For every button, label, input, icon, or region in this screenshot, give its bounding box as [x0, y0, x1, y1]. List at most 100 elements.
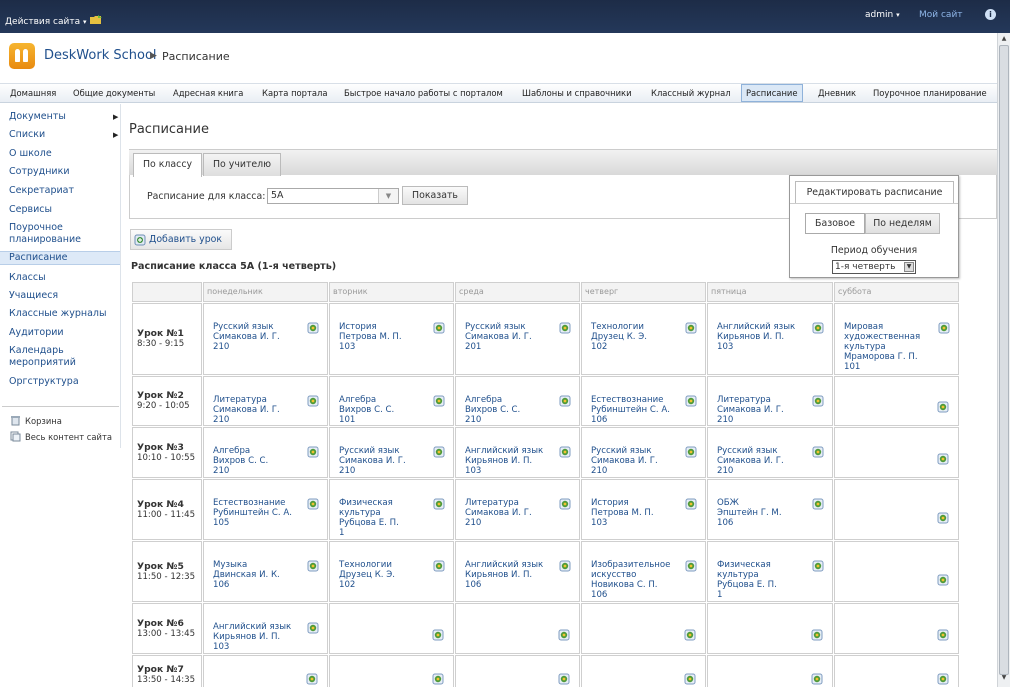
lesson-entry-text[interactable]: Алгебра Вихров С. С. 210 — [213, 446, 303, 476]
lesson-entry-text[interactable]: Алгебра Вихров С. С. 101 — [339, 395, 429, 425]
edit-lesson-icon[interactable] — [937, 574, 949, 586]
leftnav-item[interactable]: Секретариат — [9, 185, 74, 197]
edit-lesson-icon[interactable] — [685, 395, 697, 407]
timetable-cell[interactable] — [834, 376, 959, 426]
edit-lesson-icon[interactable] — [812, 446, 824, 458]
lesson-entry-text[interactable]: Русский язык Симакова И. Г. 210 — [717, 446, 807, 476]
site-actions-menu[interactable]: Действия сайта ▾ — [5, 17, 87, 27]
edit-lesson-icon[interactable] — [433, 322, 445, 334]
edit-lesson-icon[interactable] — [307, 622, 319, 634]
topnav-item[interactable]: Общие документы — [73, 84, 155, 102]
class-select[interactable]: 5А ▼ — [267, 188, 399, 204]
timetable-cell[interactable]: Алгебра Вихров С. С. 101 — [329, 376, 454, 426]
lesson-entry-text[interactable]: Русский язык Симакова И. Г. 210 — [339, 446, 429, 476]
edit-lesson-icon[interactable] — [685, 322, 697, 334]
leftnav-item[interactable]: О школе — [9, 148, 52, 160]
timetable-cell[interactable] — [834, 603, 959, 654]
edit-lesson-icon[interactable] — [433, 560, 445, 572]
leftnav-item[interactable]: Учащиеся — [9, 290, 58, 302]
leftnav-item[interactable]: Оргструктура — [9, 376, 79, 388]
lesson-entry-text[interactable]: Английский язык Кирьянов И. П. 103 — [717, 322, 807, 352]
lesson-entry-text[interactable]: Русский язык Симакова И. Г. 210 — [213, 322, 303, 352]
timetable-cell[interactable] — [455, 655, 580, 687]
timetable-cell[interactable]: Русский язык Симакова И. Г. 210 — [203, 303, 328, 375]
mode-weeks-button[interactable]: По неделям — [865, 213, 940, 234]
leftnav-item[interactable]: Списки — [9, 129, 45, 141]
edit-lesson-icon[interactable] — [558, 629, 570, 641]
tab-by-teacher[interactable]: По учителю — [203, 153, 282, 176]
timetable-cell[interactable]: История Петрова М. П. 103 — [329, 303, 454, 375]
lesson-entry-text[interactable]: Русский язык Симакова И. Г. 201 — [465, 322, 555, 352]
topnav-item[interactable]: Домашняя — [10, 84, 56, 102]
edit-lesson-icon[interactable] — [812, 560, 824, 572]
show-button[interactable]: Показать — [402, 186, 468, 205]
timetable-cell[interactable] — [581, 655, 706, 687]
lesson-entry-text[interactable]: Английский язык Кирьянов И. П. 106 — [465, 560, 555, 590]
edit-lesson-icon[interactable] — [559, 322, 571, 334]
timetable-cell[interactable] — [329, 655, 454, 687]
lesson-entry-text[interactable]: Музыка Двинская И. К. 106 — [213, 560, 303, 590]
vertical-scrollbar[interactable]: ▲ ▼ — [997, 33, 1010, 687]
edit-lesson-icon[interactable] — [938, 322, 950, 334]
timetable-cell[interactable]: Литература Симакова И. Г. 210 — [455, 479, 580, 540]
site-title[interactable]: DeskWork School — [44, 48, 157, 63]
timetable-cell[interactable]: Русский язык Симакова И. Г. 210 — [707, 427, 833, 478]
leftnav-item[interactable]: Классы — [9, 272, 46, 284]
edit-lesson-icon[interactable] — [432, 629, 444, 641]
timetable-cell[interactable]: Технологии Друзец К. Э. 102 — [581, 303, 706, 375]
timetable-cell[interactable] — [834, 655, 959, 687]
edit-lesson-icon[interactable] — [811, 629, 823, 641]
edit-lesson-icon[interactable] — [937, 401, 949, 413]
lesson-entry-text[interactable]: ОБЖ Эпштейн Г. М. 106 — [717, 498, 807, 528]
period-select[interactable]: 1-я четверть ▼ — [832, 260, 916, 274]
timetable-cell[interactable]: Физическая культура Рубцова Е. П. 1 — [707, 541, 833, 602]
timetable-cell[interactable]: Естествознание Рубинштейн С. А. 105 — [203, 479, 328, 540]
edit-lesson-icon[interactable] — [307, 446, 319, 458]
lesson-entry-text[interactable]: Литература Симакова И. Г. 210 — [465, 498, 555, 528]
timetable-cell[interactable]: Мировая художественная культура Мраморов… — [834, 303, 959, 375]
edit-lesson-icon[interactable] — [432, 673, 444, 685]
edit-lesson-icon[interactable] — [811, 673, 823, 685]
lesson-entry-text[interactable]: Литература Симакова И. Г. 210 — [213, 395, 303, 425]
timetable-cell[interactable]: Алгебра Вихров С. С. 210 — [455, 376, 580, 426]
lesson-entry-text[interactable]: Физическая культура Рубцова Е. П. 1 — [717, 560, 807, 600]
edit-lesson-icon[interactable] — [812, 498, 824, 510]
timetable-cell[interactable] — [707, 603, 833, 654]
edit-lesson-icon[interactable] — [559, 446, 571, 458]
timetable-cell[interactable]: Изобразительное искусство Новикова С. П.… — [581, 541, 706, 602]
lesson-entry-text[interactable]: Алгебра Вихров С. С. 210 — [465, 395, 555, 425]
timetable-cell[interactable] — [455, 603, 580, 654]
edit-lesson-icon[interactable] — [685, 498, 697, 510]
timetable-cell[interactable] — [834, 541, 959, 602]
edit-lesson-icon[interactable] — [559, 395, 571, 407]
edit-lesson-icon[interactable] — [558, 673, 570, 685]
lesson-entry-text[interactable]: Русский язык Симакова И. Г. 210 — [591, 446, 681, 476]
lesson-entry-text[interactable]: Естествознание Рубинштейн С. А. 106 — [591, 395, 681, 425]
timetable-cell[interactable] — [707, 655, 833, 687]
edit-lesson-icon[interactable] — [684, 673, 696, 685]
timetable-cell[interactable] — [203, 655, 328, 687]
folder-icon[interactable] — [90, 15, 102, 25]
edit-lesson-icon[interactable] — [685, 560, 697, 572]
leftnav-bottom-item[interactable]: Весь контент сайта — [25, 432, 112, 442]
tab-by-class[interactable]: По классу — [133, 153, 203, 177]
topnav-item[interactable]: Поурочное планирование — [873, 84, 987, 102]
edit-lesson-icon[interactable] — [937, 673, 949, 685]
leftnav-item[interactable]: Аудитории — [9, 327, 64, 339]
timetable-cell[interactable]: Алгебра Вихров С. С. 210 — [203, 427, 328, 478]
leftnav-item[interactable]: Календарь мероприятий — [9, 345, 109, 369]
scroll-up-icon[interactable]: ▲ — [999, 34, 1009, 44]
timetable-cell[interactable]: Музыка Двинская И. К. 106 — [203, 541, 328, 602]
edit-lesson-icon[interactable] — [937, 453, 949, 465]
edit-lesson-icon[interactable] — [307, 395, 319, 407]
timetable-cell[interactable]: Русский язык Симакова И. Г. 210 — [581, 427, 706, 478]
topnav-item[interactable]: Дневник — [818, 84, 856, 102]
edit-lesson-icon[interactable] — [937, 629, 949, 641]
edit-lesson-icon[interactable] — [559, 498, 571, 510]
lesson-entry-text[interactable]: Английский язык Кирьянов И. П. 103 — [465, 446, 555, 476]
edit-lesson-icon[interactable] — [433, 395, 445, 407]
edit-lesson-icon[interactable] — [307, 498, 319, 510]
edit-lesson-icon[interactable] — [307, 560, 319, 572]
edit-lesson-icon[interactable] — [559, 560, 571, 572]
user-menu[interactable]: admin ▾ — [865, 10, 900, 20]
